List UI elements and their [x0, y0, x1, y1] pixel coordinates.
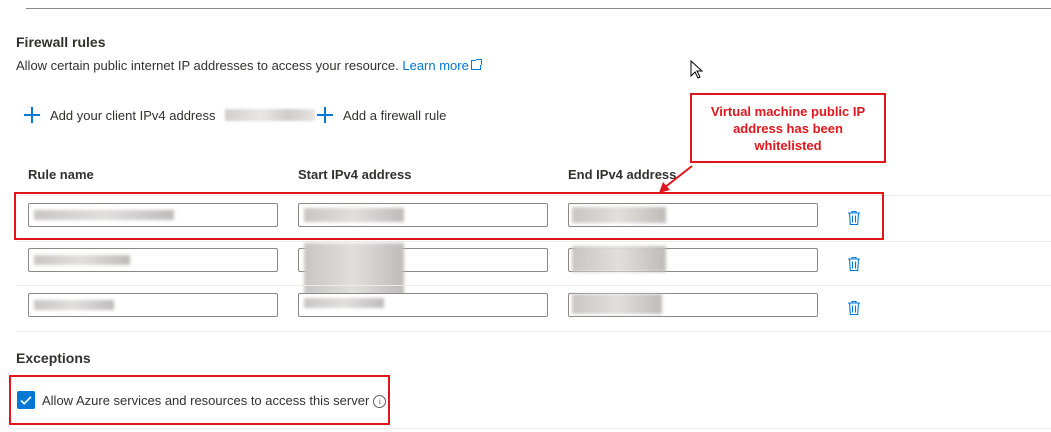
add-firewall-rule-button[interactable]: Add a firewall rule — [317, 107, 446, 123]
trash-icon[interactable] — [847, 300, 861, 316]
section-divider — [26, 8, 1051, 9]
mouse-cursor-icon — [690, 60, 704, 79]
redacted-value — [572, 246, 666, 272]
bottom-divider — [16, 428, 1051, 429]
plus-icon — [24, 107, 40, 123]
firewall-description-text: Allow certain public internet IP address… — [16, 58, 399, 73]
annotation-callout: Virtual machine public IP address has be… — [690, 93, 886, 163]
exceptions-heading: Exceptions — [16, 350, 91, 366]
add-firewall-rule-label: Add a firewall rule — [343, 107, 447, 123]
client-ip-redacted — [225, 109, 316, 121]
add-client-ip-label: Add your client IPv4 address — [50, 107, 216, 123]
column-header-start-ip: Start IPv4 address — [298, 167, 412, 182]
external-link-icon — [470, 59, 482, 70]
highlight-box-row — [14, 192, 884, 240]
learn-more-link[interactable]: Learn more — [402, 58, 482, 73]
row-divider — [16, 285, 1051, 286]
row-divider — [16, 241, 1051, 242]
redacted-value — [34, 300, 114, 310]
firewall-rules-heading: Firewall rules — [16, 34, 106, 50]
plus-icon — [317, 107, 333, 123]
highlight-box-exception — [9, 375, 390, 425]
row-divider — [16, 331, 1051, 332]
redacted-value — [304, 298, 384, 308]
redacted-value — [34, 255, 130, 265]
redacted-value — [572, 294, 662, 314]
add-client-ip-button[interactable]: Add your client IPv4 address — [24, 107, 316, 123]
firewall-rules-description: Allow certain public internet IP address… — [16, 58, 482, 73]
redacted-value — [304, 243, 404, 295]
trash-icon[interactable] — [847, 256, 861, 272]
column-header-rule-name: Rule name — [28, 167, 94, 182]
annotation-arrow — [659, 165, 693, 193]
